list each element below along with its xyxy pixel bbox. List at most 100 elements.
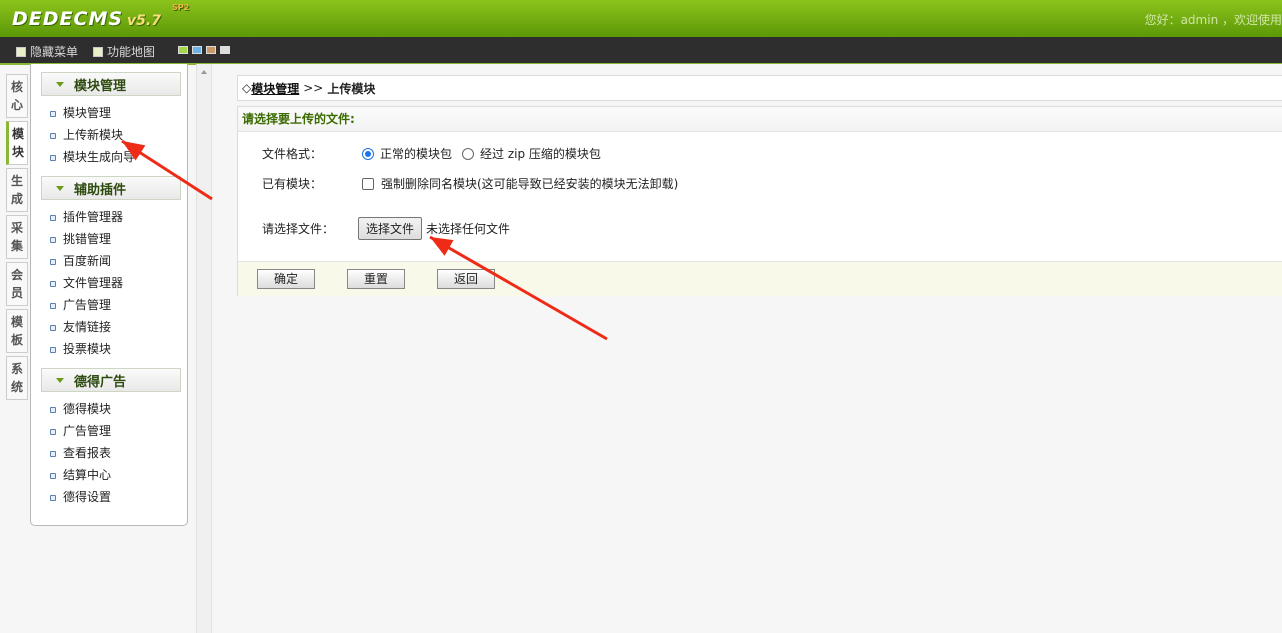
dedecms-logo: DEDECMS v5.7 SP2 [12,3,189,30]
logo-text: DEDECMS [12,8,124,30]
tab-category-label: 模块 [11,127,24,159]
menu-item-label: 上传新模块 [63,128,124,142]
menu-group-header[interactable]: 模块管理 [41,72,181,96]
menu-group-header[interactable]: 德得广告 [41,368,181,392]
format-option-normal-label: 正常的模块包 [380,147,453,161]
format-option-zip-label: 经过 zip 压缩的模块包 [480,147,601,161]
menu-item-label: 结算中心 [63,468,112,482]
reset-button[interactable]: 重置 [347,269,405,289]
tab-category-label: 核心 [10,80,23,112]
skin-swatch-green[interactable] [178,46,188,54]
file-status-text: 未选择任何文件 [426,222,511,236]
format-radio-normal[interactable] [362,147,374,160]
menu-item[interactable]: 广告管理 [31,294,187,316]
hide-menu-label: 隐藏菜单 [30,45,79,59]
menu-item[interactable]: 插件管理器 [31,206,187,228]
menu-item[interactable]: 模块生成向导 [31,146,187,168]
toolbar: 隐藏菜单 功能地图 [0,37,1282,65]
logo-version: v5.7 [127,13,161,29]
tab-category[interactable]: 生成 [6,168,28,212]
menu-item[interactable]: 上传新模块 [31,124,187,146]
form-title: 请选择要上传的文件: [238,107,1282,132]
site-map-button[interactable]: 功能地图 [93,43,155,60]
tab-category-label: 采集 [10,221,23,253]
grid-icon [93,46,103,57]
menu-item-label: 模块生成向导 [63,150,136,164]
menu-item[interactable]: 友情链接 [31,316,187,338]
confirm-button[interactable]: 确定 [257,269,315,289]
menu-item[interactable]: 德得设置 [31,486,187,508]
menu-group-header[interactable]: 辅助插件 [41,176,181,200]
menu-item-label: 查看报表 [63,446,112,460]
tab-category[interactable]: 模板 [6,309,28,353]
existing-row: 已有模块： 强制删除同名模块(这可能导致已经安装的模块无法卸载) [262,175,678,192]
file-label: 请选择文件： [262,222,335,236]
breadcrumb-current: 上传模块 [327,81,376,96]
force-delete-checkbox[interactable] [362,177,374,190]
tab-category[interactable]: 会员 [6,262,28,306]
tab-category-label: 生成 [10,174,23,206]
top-header: DEDECMS v5.7 SP2 您好：admin ，欢迎使用 [0,0,1282,37]
menu-scroll-strip[interactable] [196,64,212,633]
force-delete-label: 强制删除同名模块(这可能导致已经安装的模块无法卸载) [381,177,679,191]
collapse-triangle-icon [56,377,64,383]
back-button[interactable]: 返回 [437,269,495,289]
tab-category-label: 系统 [10,362,23,394]
choose-file-button[interactable]: 选择文件 [358,217,423,240]
file-row: 请选择文件： 选择文件 未选择任何文件 [262,217,510,240]
breadcrumb-link-module-manage[interactable]: 模块管理 [251,80,299,97]
collapse-triangle-icon [56,185,64,191]
tab-category[interactable]: 核心 [6,74,28,118]
hide-menu-button[interactable]: 隐藏菜单 [16,43,78,60]
menu-item-label: 德得设置 [63,490,112,504]
menu-item[interactable]: 查看报表 [31,442,187,464]
menu-group-title: 模块管理 [74,78,127,94]
category-tabs: 核心模块生成采集会员模板系统 [6,74,30,403]
collapse-triangle-icon [56,81,64,87]
button-bar: 确定 重置 返回 [238,261,1282,296]
site-map-label: 功能地图 [107,45,156,59]
menu-item[interactable]: 投票模块 [31,338,187,360]
upload-form-panel: 请选择要上传的文件: 文件格式： 正常的模块包 经过 zip 压缩的模块包 已有… [237,106,1282,296]
welcome-text: 您好：admin ，欢迎使用 [1144,13,1282,27]
menu-item[interactable]: 文件管理器 [31,272,187,294]
sidebar-menu: 模块管理 模块管理 上传新模块 模块生成向导 辅助插件 插件管理器 挑错管理 百度新闻 文件管理… [30,64,188,526]
menu-item[interactable]: 挑错管理 [31,228,187,250]
logo-edition: SP2 [172,3,190,12]
tab-category-label: 会员 [10,268,23,300]
existing-label: 已有模块： [262,177,323,191]
skin-swatch-gray[interactable] [220,46,230,54]
hide-menu-icon [16,46,26,57]
format-label: 文件格式： [262,147,323,161]
tab-category[interactable]: 采集 [6,215,28,259]
menu-group-list: 插件管理器挑错管理百度新闻文件管理器广告管理友情链接投票模块 [31,206,187,360]
menu-item-label: 挑错管理 [63,232,112,246]
menu-item-label: 模块管理 [63,106,112,120]
menu-group-list: 模块管理上传新模块模块生成向导 [31,102,187,168]
menu-item-label: 友情链接 [63,320,112,334]
menu-item[interactable]: 德得模块 [31,398,187,420]
breadcrumb-separator: >> [303,81,324,95]
format-radio-zip[interactable] [462,147,475,160]
menu-group-title: 辅助插件 [74,182,127,198]
breadcrumb: ◇ 模块管理 >> 上传模块 [237,75,1282,101]
menu-item[interactable]: 百度新闻 [31,250,187,272]
menu-item[interactable]: 广告管理 [31,420,187,442]
skin-swatch-blue[interactable] [192,46,202,54]
menu-item-label: 文件管理器 [63,276,124,290]
format-row: 文件格式： 正常的模块包 经过 zip 压缩的模块包 [262,145,601,162]
tab-category-label: 模板 [10,315,23,347]
menu-item[interactable]: 模块管理 [31,102,187,124]
skin-swatch-brown[interactable] [206,46,216,54]
breadcrumb-diamond-icon: ◇ [242,81,252,95]
tab-category[interactable]: 模块 [6,121,28,165]
menu-item-label: 插件管理器 [63,210,124,224]
tab-category[interactable]: 系统 [6,356,28,400]
menu-item-label: 广告管理 [63,298,112,312]
menu-item[interactable]: 结算中心 [31,464,187,486]
menu-group-list: 德得模块广告管理查看报表结算中心德得设置 [31,398,187,508]
menu-item-label: 广告管理 [63,424,112,438]
menu-item-label: 德得模块 [63,402,112,416]
menu-item-label: 投票模块 [63,342,112,356]
menu-item-label: 百度新闻 [63,254,112,268]
